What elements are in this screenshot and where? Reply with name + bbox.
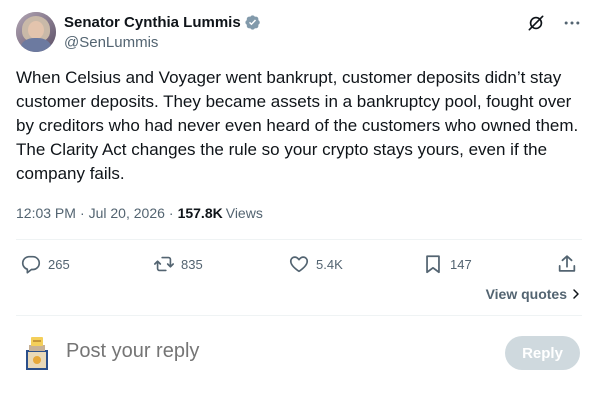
view-quotes-label: View quotes — [485, 286, 567, 302]
tweet-time[interactable]: 12:03 PM — [16, 205, 76, 221]
reply-composer: Reply — [16, 332, 582, 372]
author-display-name[interactable]: Senator Cynthia Lummis — [64, 14, 241, 31]
reply-input[interactable] — [66, 340, 466, 363]
author-handle[interactable]: @SenLummis — [64, 34, 261, 51]
reply-icon — [21, 255, 41, 274]
divider — [16, 315, 582, 316]
tweet-actions: 265 835 5.4K 147 — [16, 252, 582, 276]
bookmark-icon — [426, 255, 440, 274]
tweet-meta: 12:03 PM · Jul 20, 2026 · 157.8K Views — [16, 203, 263, 223]
bookmark-count: 147 — [450, 256, 472, 272]
tweet-text: When Celsius and Voyager went bankrupt, … — [16, 68, 583, 183]
repost-count: 835 — [181, 256, 203, 272]
user-avatar-icon[interactable] — [20, 334, 52, 372]
tweet-date[interactable]: Jul 20, 2026 — [89, 205, 165, 221]
meta-separator: · — [79, 205, 85, 221]
divider — [16, 239, 582, 240]
reply-count: 265 — [48, 256, 70, 272]
author-names: Senator Cynthia Lummis @SenLummis — [64, 13, 261, 51]
views-label: Views — [225, 205, 263, 221]
chevron-right-icon — [573, 289, 579, 299]
view-quotes-link[interactable]: View quotes — [486, 286, 582, 302]
more-options-icon[interactable] — [562, 13, 582, 33]
share-icon — [558, 255, 576, 272]
verified-badge-icon[interactable] — [244, 14, 261, 31]
views-count[interactable]: 157.8K — [178, 205, 223, 221]
author-avatar[interactable] — [16, 12, 56, 52]
reply-submit-button[interactable]: Reply — [505, 336, 580, 370]
like-button[interactable]: 5.4K — [288, 252, 343, 276]
reply-button[interactable]: 265 — [20, 252, 70, 276]
repost-icon — [154, 256, 174, 272]
tweet-header: Senator Cynthia Lummis @SenLummis — [16, 12, 582, 52]
meta-separator: · — [168, 205, 174, 221]
grok-icon[interactable] — [526, 13, 546, 33]
share-button[interactable] — [556, 252, 578, 276]
repost-button[interactable]: 835 — [153, 252, 203, 276]
heart-icon — [289, 256, 309, 273]
like-count: 5.4K — [316, 256, 343, 272]
bookmark-button[interactable]: 147 — [422, 252, 472, 276]
